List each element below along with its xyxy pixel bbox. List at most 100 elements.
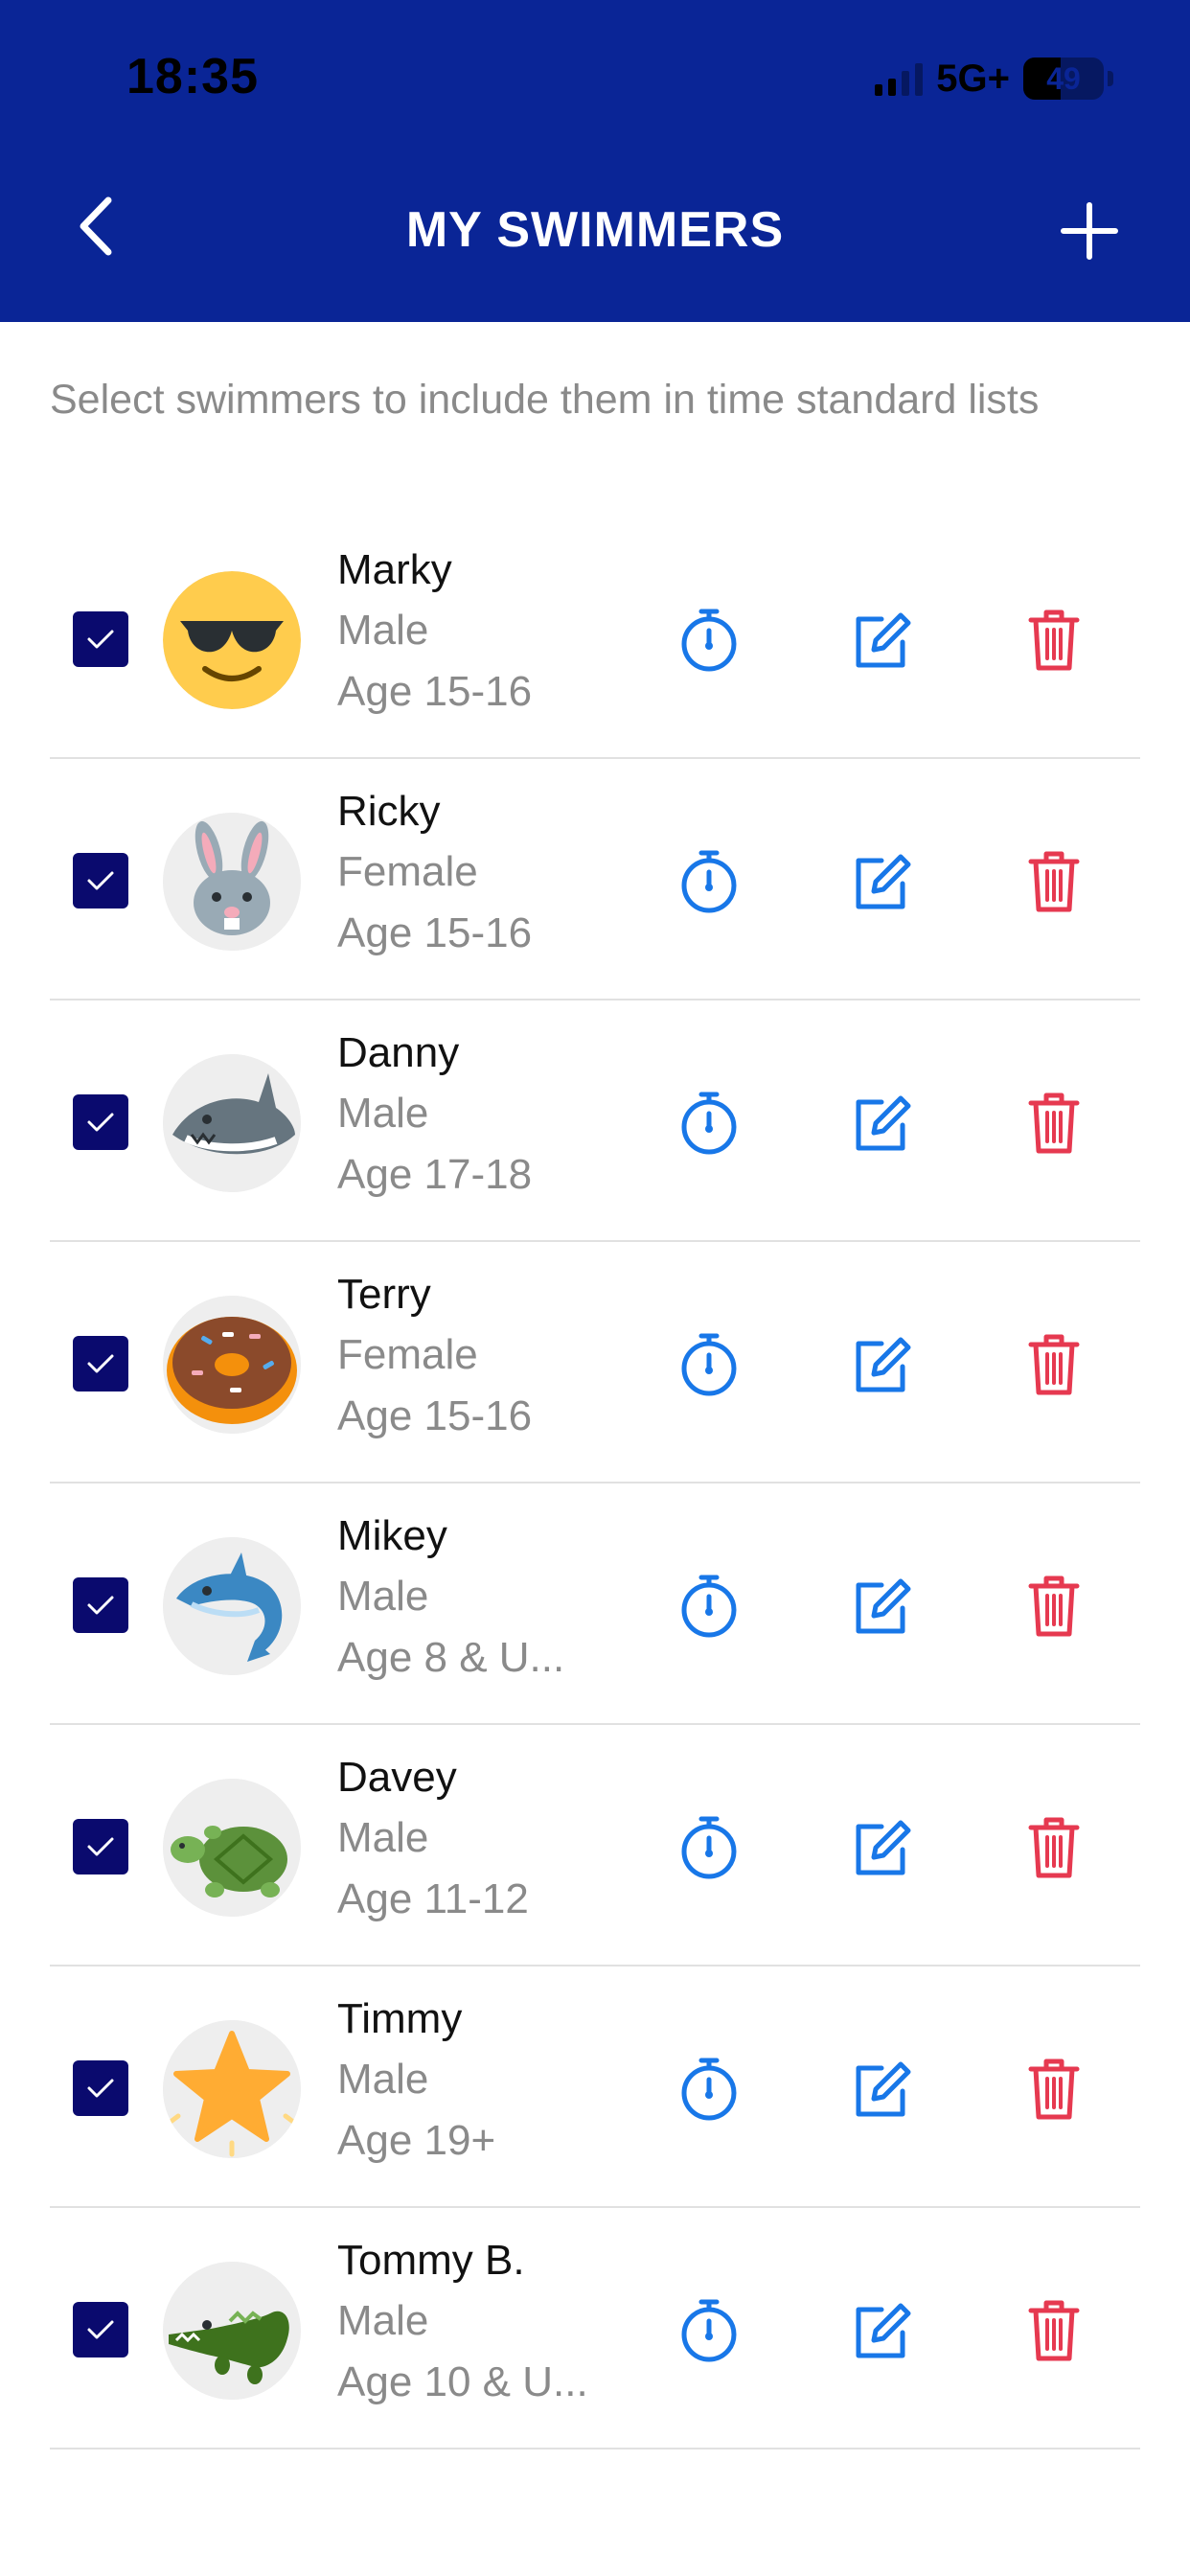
times-button[interactable] (671, 2292, 747, 2369)
swimmer-name: Terry (337, 1271, 431, 1318)
add-swimmer-button[interactable] (1046, 188, 1133, 274)
crocodile-icon (163, 2262, 301, 2400)
times-button[interactable] (671, 843, 747, 920)
edit-swimmer-button[interactable] (843, 843, 920, 920)
swimmer-age-group: Age 15-16 (337, 668, 533, 715)
swimmer-row: Davey Male Age 11-12 (0, 1725, 1190, 1966)
edit-icon (856, 854, 911, 909)
checkmark-icon (87, 1354, 114, 1373)
swimmer-gender: Male (337, 1814, 429, 1861)
swimmer-info: Timmy Male Age 19+ (337, 1990, 625, 2172)
edit-icon (856, 2061, 911, 2117)
edit-icon (856, 1820, 911, 1875)
include-checkbox[interactable] (73, 611, 128, 667)
checkmark-icon (87, 2320, 114, 2339)
swimmer-info: Marky Male Age 15-16 (337, 540, 625, 723)
times-button[interactable] (671, 1809, 747, 1886)
delete-swimmer-button[interactable] (1016, 2051, 1092, 2128)
swimmer-age-group: Age 17-18 (337, 1151, 533, 1198)
plus-icon (1061, 202, 1118, 260)
times-button[interactable] (671, 2051, 747, 2128)
swimmer-gender: Male (337, 2056, 429, 2103)
swimmer-info: Tommy B. Male Age 10 & U... (337, 2231, 625, 2413)
swimmer-gender: Male (337, 2297, 429, 2344)
swimmer-avatar (163, 2262, 301, 2400)
edit-swimmer-button[interactable] (843, 2292, 920, 2369)
swimmer-gender: Male (337, 1573, 429, 1620)
trash-icon (1028, 1334, 1080, 1395)
turtle-icon (163, 1779, 301, 1917)
checkmark-icon (87, 1113, 114, 1132)
times-button[interactable] (671, 1085, 747, 1162)
swimmer-name: Ricky (337, 788, 441, 835)
swimmer-avatar (163, 1296, 301, 1434)
include-checkbox[interactable] (73, 1336, 128, 1392)
stopwatch-icon (681, 1333, 737, 1396)
include-checkbox[interactable] (73, 2302, 128, 2358)
swimmer-age-group: Age 8 & U... (337, 1634, 565, 1681)
status-indicators: 5G+ 49 (875, 54, 1113, 104)
checkmark-icon (87, 871, 114, 890)
swimmer-name: Tommy B. (337, 2237, 525, 2284)
network-label: 5G+ (936, 57, 1010, 100)
include-checkbox[interactable] (73, 1094, 128, 1150)
swimmer-avatar (163, 1537, 301, 1675)
checkmark-icon (87, 2079, 114, 2098)
times-button[interactable] (671, 1568, 747, 1644)
checkmark-icon (87, 1837, 114, 1856)
swimmer-avatar (163, 571, 301, 709)
delete-swimmer-button[interactable] (1016, 1326, 1092, 1403)
times-button[interactable] (671, 1326, 747, 1403)
stopwatch-icon (681, 609, 737, 672)
swimmer-row: Marky Male Age 15-16 (0, 518, 1190, 759)
swimmer-age-group: Age 15-16 (337, 1392, 533, 1439)
swimmer-row: Mikey Male Age 8 & U... (0, 1484, 1190, 1725)
delete-swimmer-button[interactable] (1016, 1568, 1092, 1644)
delete-swimmer-button[interactable] (1016, 1085, 1092, 1162)
edit-icon (856, 1095, 911, 1151)
swimmer-gender: Female (337, 1331, 478, 1378)
times-button[interactable] (671, 602, 747, 678)
delete-swimmer-button[interactable] (1016, 602, 1092, 678)
edit-swimmer-button[interactable] (843, 1568, 920, 1644)
trash-icon (1028, 851, 1080, 912)
swimmer-row: Timmy Male Age 19+ (0, 1966, 1190, 2208)
swimmer-info: Danny Male Age 17-18 (337, 1024, 625, 1206)
edit-icon (856, 1578, 911, 1634)
swimmer-gender: Male (337, 607, 429, 654)
trash-icon (1028, 2300, 1080, 2361)
include-checkbox[interactable] (73, 2060, 128, 2116)
swimmer-age-group: Age 19+ (337, 2117, 496, 2164)
delete-swimmer-button[interactable] (1016, 1809, 1092, 1886)
edit-swimmer-button[interactable] (843, 1326, 920, 1403)
edit-swimmer-button[interactable] (843, 1809, 920, 1886)
battery-tip (1108, 71, 1113, 86)
edit-swimmer-button[interactable] (843, 1085, 920, 1162)
include-checkbox[interactable] (73, 1577, 128, 1633)
swimmer-info: Terry Female Age 15-16 (337, 1265, 625, 1447)
signal-icon (875, 61, 924, 96)
trash-icon (1028, 1092, 1080, 1154)
delete-swimmer-button[interactable] (1016, 843, 1092, 920)
edit-swimmer-button[interactable] (843, 2051, 920, 2128)
trash-icon (1028, 1576, 1080, 1637)
delete-swimmer-button[interactable] (1016, 2292, 1092, 2369)
swimmer-avatar (163, 2020, 301, 2158)
swimmer-row: Tommy B. Male Age 10 & U... (0, 2208, 1190, 2450)
status-time: 18:35 (126, 49, 259, 104)
include-checkbox[interactable] (73, 1819, 128, 1874)
swimmer-name: Marky (337, 546, 452, 593)
star-icon (163, 2020, 301, 2158)
stopwatch-icon (681, 1816, 737, 1879)
swimmer-age-group: Age 10 & U... (337, 2358, 588, 2405)
checkmark-icon (87, 1596, 114, 1615)
stopwatch-icon (681, 850, 737, 913)
stopwatch-icon (681, 2299, 737, 2362)
page-title: MY SWIMMERS (405, 202, 785, 258)
edit-icon (856, 2303, 911, 2358)
edit-swimmer-button[interactable] (843, 602, 920, 678)
swimmer-avatar (163, 1054, 301, 1192)
swimmer-age-group: Age 15-16 (337, 909, 533, 956)
rabbit-icon (163, 813, 301, 951)
include-checkbox[interactable] (73, 853, 128, 908)
